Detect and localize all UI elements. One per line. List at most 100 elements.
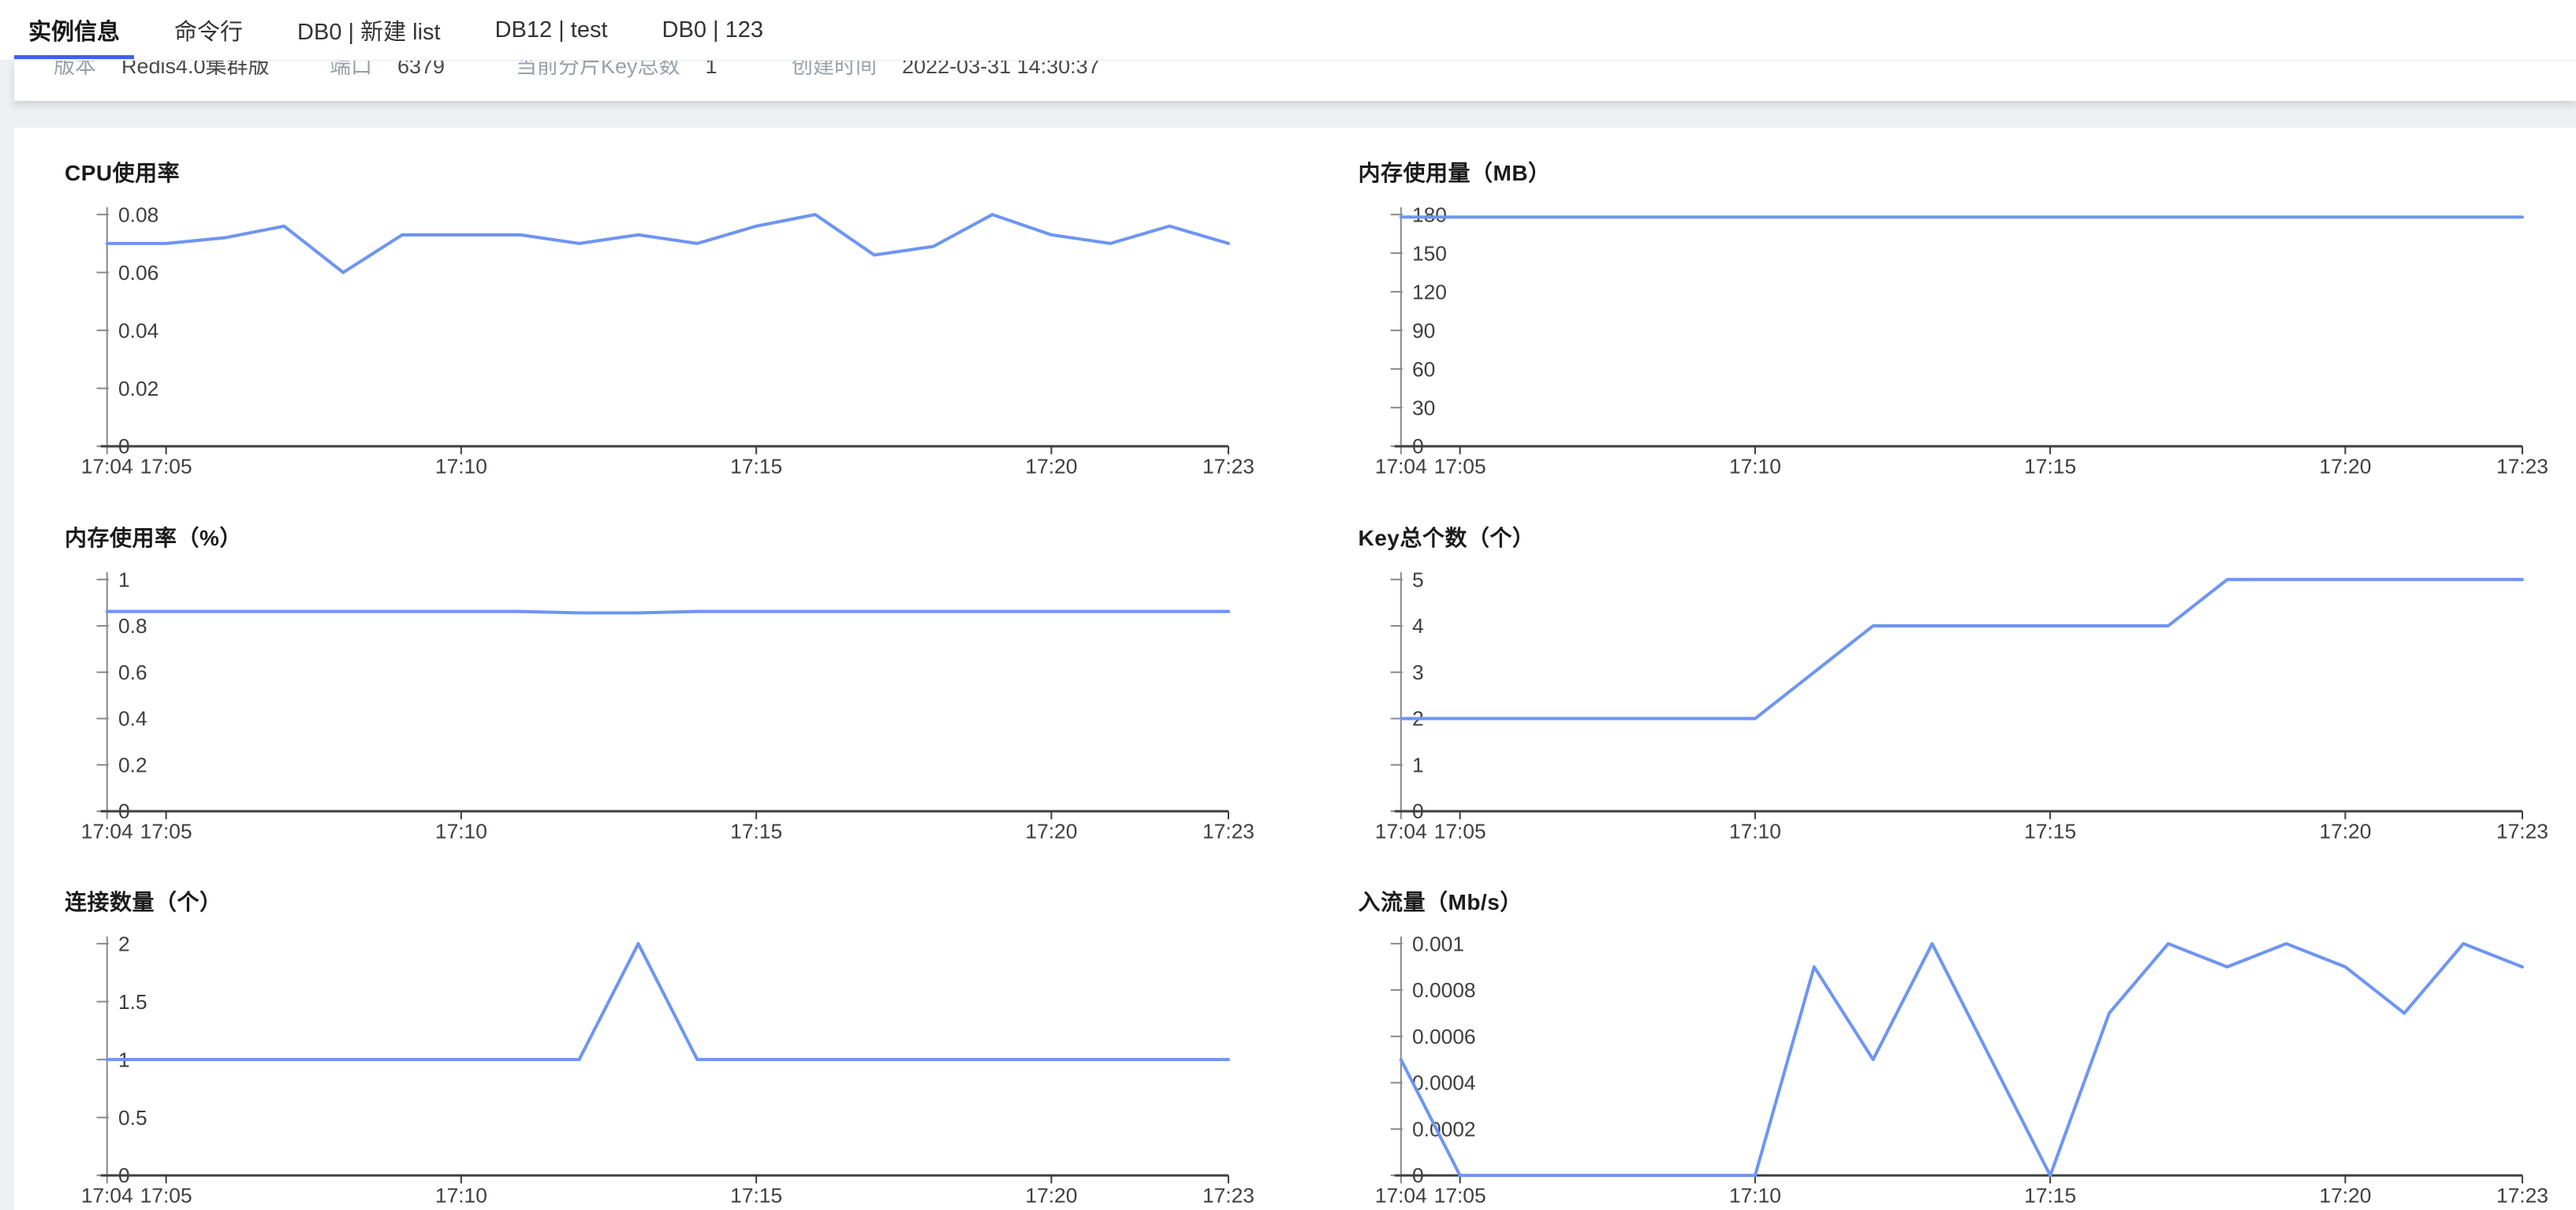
svg-text:0.06: 0.06 (118, 261, 158, 285)
tab-bar: 实例信息 命令行 DB0 | 新建 list DB12 | test DB0 |… (0, 0, 2576, 61)
svg-text:17:04: 17:04 (1374, 455, 1426, 477)
svg-text:17:20: 17:20 (2319, 819, 2371, 841)
chart-title: CPU使用率 (65, 156, 1261, 188)
tab-command-line[interactable]: 命令行 (160, 0, 257, 60)
svg-text:17:05: 17:05 (1433, 819, 1486, 841)
svg-text:3: 3 (1411, 661, 1423, 684)
info-value: Redis4.0集群版 (121, 61, 270, 82)
svg-text:0.02: 0.02 (118, 377, 158, 400)
memory-usage-percent-line-chart: 10.80.60.40.2017:0417:0517:1017:1517:201… (62, 570, 1261, 842)
chart-cpu-usage: CPU使用率 0.080.060.040.02017:0417:0517:101… (62, 156, 1261, 477)
chart-memory-usage-mb: 内存使用量（MB） 180150120906030017:0417:0517:1… (1355, 156, 2555, 477)
svg-text:60: 60 (1411, 357, 1434, 381)
svg-text:17:23: 17:23 (2496, 819, 2548, 841)
info-label: 版本 (54, 61, 96, 82)
svg-text:17:05: 17:05 (140, 455, 192, 477)
info-value: 2022-03-31 14:30:37 (902, 61, 1100, 82)
svg-text:17:04: 17:04 (81, 1184, 133, 1206)
svg-text:0.0006: 0.0006 (1411, 1025, 1475, 1048)
svg-text:1.5: 1.5 (118, 990, 147, 1014)
chart-title: 入流量（Mb/s） (1359, 885, 2555, 917)
svg-text:150: 150 (1411, 241, 1446, 265)
svg-text:30: 30 (1411, 396, 1434, 419)
svg-text:0.04: 0.04 (118, 318, 158, 342)
svg-text:17:20: 17:20 (1025, 819, 1077, 841)
info-label: 当前分片Key总数 (516, 61, 680, 82)
tab-label: DB0 | 123 (662, 17, 763, 43)
svg-text:17:15: 17:15 (2024, 819, 2076, 841)
svg-text:17:23: 17:23 (1202, 1184, 1254, 1206)
svg-text:17:15: 17:15 (730, 1184, 782, 1206)
svg-text:0.2: 0.2 (118, 753, 147, 776)
svg-text:17:04: 17:04 (81, 455, 133, 477)
svg-text:17:10: 17:10 (435, 1184, 487, 1206)
svg-text:17:05: 17:05 (1433, 1184, 1486, 1206)
tab-db0-123[interactable]: DB0 | 123 (648, 0, 777, 60)
chart-title: Key总个数（个） (1359, 521, 2555, 553)
svg-text:0.6: 0.6 (118, 661, 147, 684)
instance-info-content: 版本 Redis4.0集群版 端口 6379 当前分片Key总数 1 创建时间 … (14, 61, 2576, 82)
info-pair-created-time: 创建时间 2022-03-31 14:30:37 (792, 61, 1100, 82)
svg-text:17:10: 17:10 (1728, 819, 1780, 841)
svg-text:1: 1 (118, 570, 130, 591)
info-value: 6379 (397, 61, 445, 82)
svg-text:17:04: 17:04 (1374, 1184, 1426, 1206)
svg-text:17:10: 17:10 (1728, 1184, 1780, 1206)
svg-text:17:15: 17:15 (2024, 1184, 2076, 1206)
info-value: 1 (706, 61, 718, 82)
info-pair-shard-key-count: 当前分片Key总数 1 (516, 61, 792, 82)
svg-text:17:20: 17:20 (1025, 1184, 1077, 1206)
chart-memory-usage-percent: 内存使用率（%） 10.80.60.40.2017:0417:0517:1017… (62, 521, 1261, 842)
key-count-line-chart: 54321017:0417:0517:1017:1517:2017:23 (1355, 570, 2555, 842)
info-pair-port: 端口 6379 (330, 61, 516, 82)
chart-key-count: Key总个数（个） 54321017:0417:0517:1017:1517:2… (1355, 521, 2555, 842)
svg-text:17:04: 17:04 (81, 819, 133, 841)
cpu-usage-line-chart: 0.080.060.040.02017:0417:0517:1017:1517:… (62, 205, 1261, 477)
connection-count-line-chart: 21.510.5017:0417:0517:1017:1517:2017:23 (62, 934, 1261, 1206)
info-pair-version: 版本 Redis4.0集群版 (54, 61, 330, 82)
tab-label: DB0 | 新建 list (297, 13, 441, 47)
svg-text:90: 90 (1411, 318, 1434, 342)
svg-text:0.5: 0.5 (118, 1106, 147, 1130)
svg-text:0.0008: 0.0008 (1411, 978, 1475, 1002)
svg-text:0.0004: 0.0004 (1411, 1071, 1475, 1095)
svg-text:17:20: 17:20 (2319, 1184, 2371, 1206)
tab-instance-info[interactable]: 实例信息 (14, 0, 134, 60)
svg-text:17:15: 17:15 (730, 455, 782, 477)
svg-text:5: 5 (1411, 570, 1423, 591)
chart-connection-count: 连接数量（个） 21.510.5017:0417:0517:1017:1517:… (62, 885, 1261, 1206)
svg-text:17:20: 17:20 (1025, 455, 1077, 477)
tab-label: DB12 | test (495, 17, 608, 43)
tab-label: 实例信息 (28, 13, 120, 47)
svg-text:120: 120 (1411, 280, 1446, 303)
svg-text:17:10: 17:10 (435, 819, 487, 841)
svg-text:0.0002: 0.0002 (1411, 1118, 1475, 1141)
svg-text:0.08: 0.08 (118, 205, 158, 226)
chart-title: 内存使用量（MB） (1359, 156, 2555, 188)
svg-text:17:23: 17:23 (2496, 455, 2548, 477)
svg-text:17:23: 17:23 (1202, 455, 1254, 477)
tab-db12-test[interactable]: DB12 | test (481, 0, 622, 60)
inbound-traffic-line-chart: 0.0010.00080.00060.00040.0002017:0417:05… (1355, 934, 2555, 1206)
svg-text:0.4: 0.4 (118, 706, 147, 730)
info-label: 创建时间 (792, 61, 877, 82)
svg-text:17:23: 17:23 (1202, 819, 1254, 841)
tab-label: 命令行 (174, 13, 243, 47)
svg-text:17:04: 17:04 (1374, 819, 1426, 841)
svg-text:17:15: 17:15 (2024, 455, 2076, 477)
active-tab-underline (14, 55, 134, 59)
svg-text:0.8: 0.8 (118, 614, 147, 638)
chart-inbound-traffic: 入流量（Mb/s） 0.0010.00080.00060.00040.00020… (1355, 885, 2555, 1206)
svg-text:0.001: 0.001 (1411, 934, 1463, 955)
instance-info-bar: 版本 Redis4.0集群版 端口 6379 当前分片Key总数 1 创建时间 … (14, 61, 2576, 101)
svg-text:4: 4 (1411, 614, 1423, 638)
svg-text:17:05: 17:05 (140, 819, 192, 841)
svg-text:17:10: 17:10 (435, 455, 487, 477)
svg-text:17:10: 17:10 (1728, 455, 1780, 477)
chart-title: 内存使用率（%） (65, 521, 1261, 553)
svg-text:2: 2 (118, 934, 130, 955)
tab-db0-new-list[interactable]: DB0 | 新建 list (283, 0, 455, 60)
info-label: 端口 (330, 61, 372, 82)
charts-panel: CPU使用率 0.080.060.040.02017:0417:0517:101… (14, 128, 2576, 1210)
svg-text:17:05: 17:05 (140, 1184, 192, 1206)
